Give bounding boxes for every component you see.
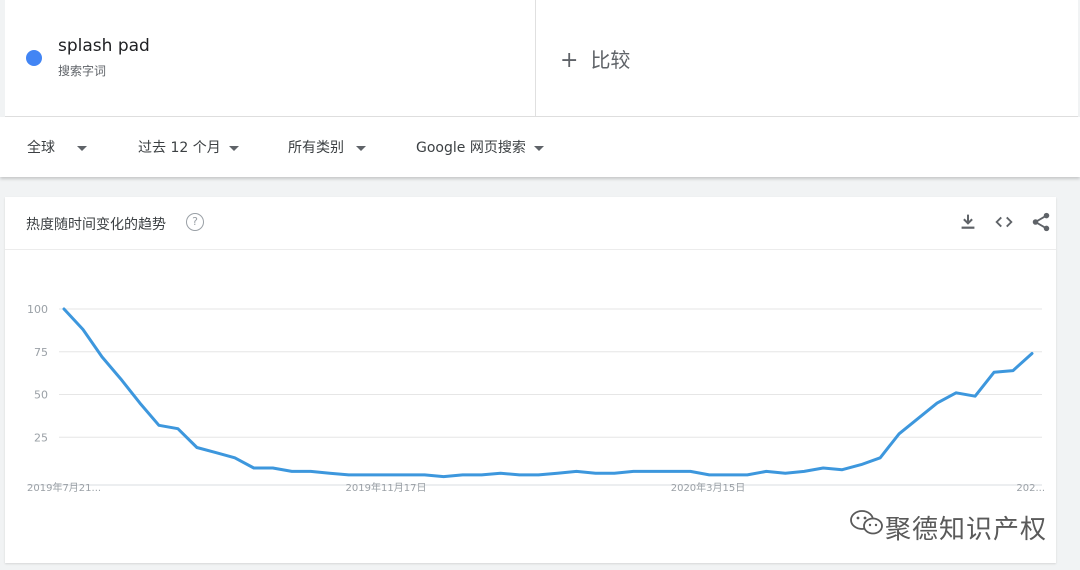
y-tick-label: 75 [34,346,48,359]
search-term-bar: splash pad 搜索字词 + 比较 [5,0,1078,117]
caret-down-icon [533,145,544,151]
search-type-label: Google 网页搜索 [416,140,526,156]
category-label: 所有类别 [288,140,344,156]
y-tick-label: 100 [27,303,48,316]
caret-down-icon [356,145,366,151]
x-axis-ticks: 2019年7月21... 2019年11月17日 2020年3月15日 202... [27,481,1045,494]
embed-code-icon[interactable] [993,211,1015,233]
compare-label: 比较 [590,48,631,72]
region-dropdown[interactable]: 全球 [27,137,87,157]
search-term-subtitle: 搜索字词 [58,64,107,78]
share-icon[interactable] [1030,211,1052,233]
search-type-dropdown[interactable]: Google 网页搜索 [416,137,544,157]
region-label: 全球 [27,140,55,156]
y-tick-label: 25 [34,431,48,444]
category-dropdown[interactable]: 所有类别 [288,137,366,157]
term-color-dot [26,50,42,66]
search-term-name[interactable]: splash pad [58,36,150,56]
x-tick-label: 2020年3月15日 [671,481,746,494]
y-tick-label: 50 [34,389,48,402]
compare-button[interactable]: + 比较 [560,44,630,73]
time-range-dropdown[interactable]: 过去 12 个月 [138,137,239,157]
x-tick-label: 2019年7月21... [27,481,101,494]
chart-gridlines [27,308,1042,486]
wechat-icon [850,510,883,535]
search-term-card[interactable]: splash pad 搜索字词 [5,0,536,116]
watermark-text: 聚德知识产权 [885,515,1048,545]
caret-down-icon [228,145,239,151]
x-tick-label: 202... [1016,483,1045,494]
card-title: 热度随时间变化的趋势 [26,217,166,233]
help-icon[interactable]: ? [186,213,204,231]
filter-bar: 全球 过去 12 个月 所有类别 Google 网页搜索 [0,117,1080,177]
caret-down-icon [77,145,87,151]
trend-line-splash-pad[interactable] [62,307,1034,479]
y-axis-ticks: 100 75 50 25 [27,303,48,444]
x-tick-label: 2019年11月17日 [346,481,427,494]
plus-icon: + [560,48,579,73]
card-header: 热度随时间变化的趋势 ? [5,197,1056,250]
download-icon[interactable] [957,211,979,233]
time-range-label: 过去 12 个月 [138,140,221,156]
interest-over-time-card: 热度随时间变化的趋势 ? 100 75 50 25 2019年7月21... 2019年… [5,197,1056,563]
